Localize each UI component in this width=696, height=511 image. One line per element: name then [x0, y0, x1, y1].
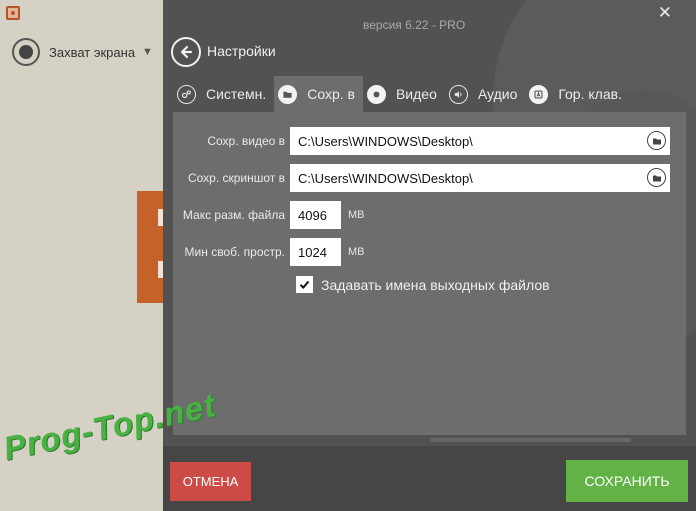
- tab-label: Аудио: [477, 86, 518, 102]
- screenshot-path-label: Сохр. скриншот в: [187, 171, 285, 185]
- speaker-icon: [448, 84, 468, 104]
- tab-save-to[interactable]: Сохр. в: [274, 76, 363, 112]
- cancel-button[interactable]: ОТМЕНА: [170, 462, 251, 501]
- background-toolbar-strip: [137, 191, 163, 303]
- record-icon: [366, 84, 386, 104]
- name-files-label: Задавать имена выходных файлов: [321, 276, 550, 293]
- background-app: Захват экрана ▼: [0, 0, 163, 511]
- screenshot-path-input[interactable]: C:\Users\WINDOWS\Desktop\: [290, 164, 670, 192]
- app-logo-icon: [6, 6, 20, 20]
- gears-icon: [177, 84, 196, 104]
- tab-video[interactable]: Видео: [363, 76, 445, 112]
- arrow-left-icon: [180, 45, 193, 59]
- min-free-space-row: Мин своб. простр. 1024 MB: [173, 238, 365, 266]
- tab-audio[interactable]: Аудио: [445, 76, 526, 112]
- video-path-input[interactable]: C:\Users\WINDOWS\Desktop\: [290, 127, 670, 155]
- screen-capture-label: Захват экрана: [49, 44, 136, 60]
- version-label: версия 6.22 - PRO: [363, 18, 466, 32]
- dialog-title: Настройки: [207, 43, 276, 59]
- min-free-space-unit: MB: [348, 246, 365, 258]
- close-icon[interactable]: ✕: [658, 3, 672, 23]
- dialog-footer: ОТМЕНА СОХРАНИТЬ: [163, 446, 696, 511]
- settings-tabs: Системн. Сохр. в Видео Аудио Гор. клав.: [173, 76, 630, 112]
- name-files-checkbox[interactable]: [296, 276, 313, 293]
- video-path-value: C:\Users\WINDOWS\Desktop\: [298, 133, 473, 149]
- hotkey-icon: [529, 84, 549, 104]
- name-files-option[interactable]: Задавать имена выходных файлов: [296, 276, 550, 293]
- tab-system[interactable]: Системн.: [173, 76, 274, 112]
- caret-down-icon[interactable]: ▼: [142, 46, 153, 58]
- tab-label: Видео: [395, 86, 437, 102]
- video-path-label: Сохр. видео в: [207, 134, 285, 148]
- back-button[interactable]: [171, 37, 201, 67]
- screenshot-path-row: Сохр. скриншот в C:\Users\WINDOWS\Deskto…: [173, 164, 670, 192]
- save-button[interactable]: СОХРАНИТЬ: [566, 460, 688, 502]
- tab-label: Сохр. в: [307, 86, 355, 102]
- tab-hotkeys[interactable]: Гор. клав.: [525, 76, 630, 112]
- max-file-size-label: Макс разм. файла: [182, 208, 285, 222]
- video-path-row: Сохр. видео в C:\Users\WINDOWS\Desktop\: [173, 127, 670, 155]
- screen-capture-selector[interactable]: Захват экрана ▼: [12, 36, 162, 68]
- tab-label: Гор. клав.: [558, 86, 622, 102]
- record-icon: [12, 38, 40, 66]
- min-free-space-label: Мин своб. простр.: [184, 245, 285, 259]
- save-to-panel: Сохр. видео в C:\Users\WINDOWS\Desktop\ …: [173, 112, 686, 435]
- settings-dialog: версия 6.22 - PRO ✕ Настройки Системн. С…: [163, 0, 696, 511]
- min-free-space-input[interactable]: 1024: [290, 238, 341, 266]
- max-file-size-unit: MB: [348, 209, 365, 221]
- max-file-size-input[interactable]: 4096: [290, 201, 341, 229]
- browse-folder-icon[interactable]: [647, 131, 666, 150]
- browse-folder-icon[interactable]: [647, 168, 666, 187]
- screenshot-path-value: C:\Users\WINDOWS\Desktop\: [298, 170, 473, 186]
- max-file-size-row: Макс разм. файла 4096 MB: [173, 201, 365, 229]
- tab-label: Системн.: [206, 86, 267, 102]
- folder-icon: [278, 84, 298, 104]
- checkmark-icon: [299, 280, 310, 289]
- scroll-indicator: [431, 438, 631, 442]
